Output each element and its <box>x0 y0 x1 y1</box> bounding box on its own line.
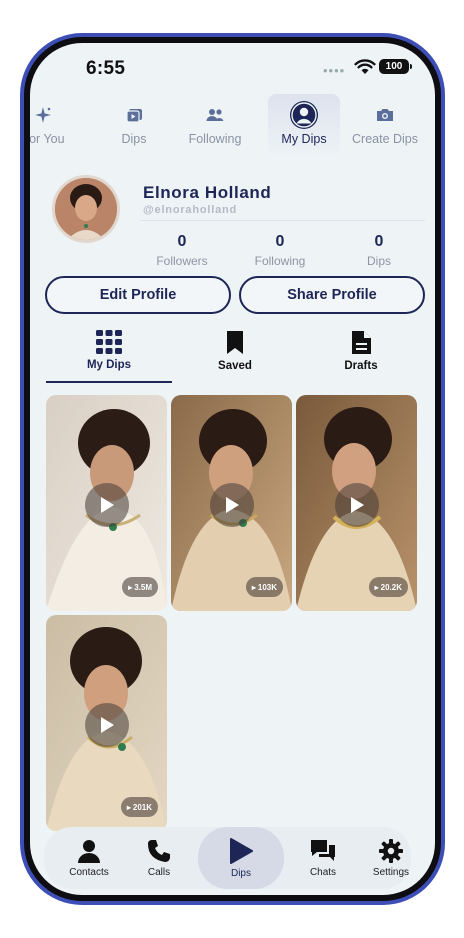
profile-divider <box>140 220 425 221</box>
tab-create-dips-label: Create Dips <box>352 132 418 146</box>
nav-contacts-label: Contacts <box>69 866 109 878</box>
nav-settings-label: Settings <box>372 866 410 878</box>
stat-dips[interactable]: 0 Dips <box>339 233 419 268</box>
stat-followers[interactable]: 0 Followers <box>142 233 222 268</box>
stat-dips-value: 0 <box>374 233 384 250</box>
chat-icon <box>311 839 335 861</box>
view-count-badge: ▸ 20.2K <box>368 577 408 597</box>
views-play-icon: ▸ <box>126 802 131 812</box>
views-play-icon: ▸ <box>128 582 133 592</box>
view-count: 201K <box>132 802 152 812</box>
view-count-badge: ▸ 103K <box>245 577 283 597</box>
nav-settings[interactable]: Settings <box>366 827 416 889</box>
person-icon <box>78 839 100 863</box>
nav-chats-label: Chats <box>309 866 337 878</box>
video-tile[interactable]: ▸ 20.2K <box>296 395 417 611</box>
stat-dips-label: Dips <box>366 254 391 268</box>
signal-dots-icon: •••• <box>323 63 346 78</box>
stat-following-label: Following <box>254 254 306 268</box>
people-icon <box>206 98 224 132</box>
stat-following[interactable]: 0 Following <box>240 233 320 268</box>
active-tab-underline <box>46 381 172 383</box>
play-icon[interactable] <box>85 483 129 527</box>
tab-for-you-label: For You <box>30 132 65 146</box>
avatar[interactable] <box>52 175 120 243</box>
bottom-nav: Contacts Calls Dips Chats Settings <box>44 827 411 889</box>
user-avatar-icon <box>289 98 319 132</box>
stat-followers-value: 0 <box>177 233 187 250</box>
status-time: 6:55 <box>86 58 126 79</box>
views-play-icon: ▸ <box>374 582 379 592</box>
nav-dips-label: Dips <box>230 867 251 879</box>
tab-content-drafts-label: Drafts <box>344 360 378 372</box>
play-icon[interactable] <box>335 483 379 527</box>
tab-following[interactable]: Following <box>188 98 242 160</box>
edit-profile-button[interactable]: Edit Profile <box>45 276 231 314</box>
document-icon <box>351 331 371 354</box>
tab-dips[interactable]: Dips <box>112 98 156 160</box>
tab-for-you[interactable]: For You <box>30 98 68 160</box>
play-icon <box>230 837 253 864</box>
view-count: 20.2K <box>380 582 402 592</box>
share-profile-button[interactable]: Share Profile <box>239 276 425 314</box>
tab-content-saved-label: Saved <box>218 360 252 372</box>
tab-content-my-dips[interactable]: My Dips <box>46 330 172 383</box>
view-count-badge: ▸ 3.5M <box>122 577 158 597</box>
camera-icon <box>376 98 394 132</box>
tab-content-drafts[interactable]: Drafts <box>298 330 424 380</box>
view-count: 103K <box>257 582 277 592</box>
phone-icon <box>148 839 170 862</box>
video-tile[interactable]: ▸ 3.5M <box>46 395 167 611</box>
tab-content-saved[interactable]: Saved <box>172 330 298 380</box>
bookmark-icon <box>227 331 243 354</box>
phone-frame: 6:55 •••• 100 For You Dips Following <box>20 33 445 905</box>
tab-create-dips[interactable]: Create Dips <box>350 98 420 160</box>
nav-contacts[interactable]: Contacts <box>58 827 120 889</box>
video-tile[interactable]: ▸ 201K <box>46 615 167 831</box>
nav-calls-label: Calls <box>147 866 171 878</box>
grid-icon <box>96 330 122 354</box>
video-tile[interactable]: ▸ 103K <box>171 395 292 611</box>
stat-following-value: 0 <box>275 233 285 250</box>
gear-icon <box>379 838 403 863</box>
tab-dips-label: Dips <box>121 132 147 146</box>
tab-my-dips[interactable]: My Dips <box>268 94 340 160</box>
video-icon <box>125 98 143 132</box>
status-bar: 6:55 •••• 100 <box>30 43 435 93</box>
views-play-icon: ▸ <box>251 582 256 592</box>
profile-name: Elnora Holland <box>143 183 272 202</box>
nav-dips[interactable]: Dips <box>198 827 284 889</box>
profile-handle: @elnoraholland <box>143 204 238 216</box>
wifi-icon <box>354 59 376 74</box>
sparkle-icon <box>34 98 52 132</box>
view-count-badge: ▸ 201K <box>120 797 158 817</box>
nav-calls[interactable]: Calls <box>134 827 184 889</box>
phone-bezel: 6:55 •••• 100 For You Dips Following <box>24 37 441 901</box>
app-screen: 6:55 •••• 100 For You Dips Following <box>30 43 435 895</box>
tab-content-my-dips-label: My Dips <box>86 359 132 371</box>
tab-my-dips-label: My Dips <box>281 132 327 146</box>
top-nav: For You Dips Following My Dips Create <box>30 94 435 160</box>
play-icon[interactable] <box>210 483 254 527</box>
battery-indicator: 100 <box>379 59 412 74</box>
tab-following-label: Following <box>188 132 242 146</box>
nav-chats[interactable]: Chats <box>298 827 348 889</box>
view-count: 3.5M <box>134 582 152 592</box>
play-icon[interactable] <box>85 703 129 747</box>
stat-followers-label: Followers <box>156 254 208 268</box>
